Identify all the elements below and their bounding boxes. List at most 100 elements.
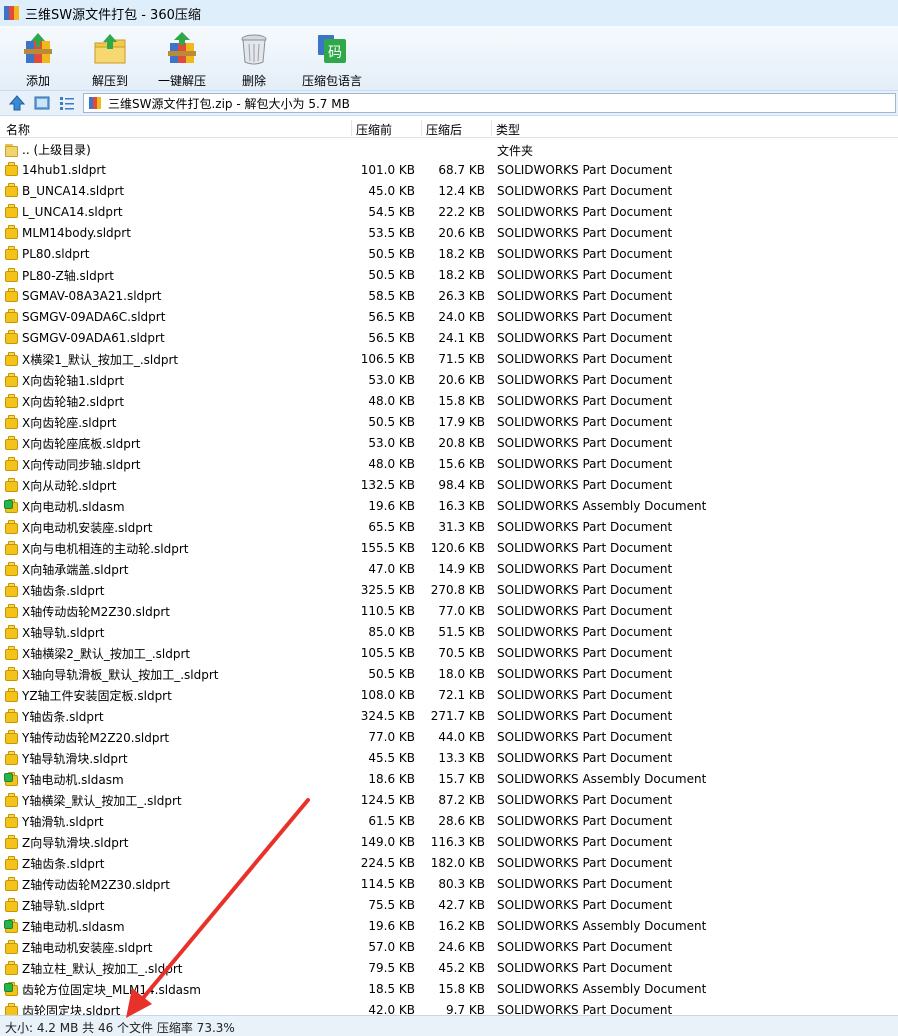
file-row[interactable]: PL80-Z轴.sldprt 50.5 KB 18.2 KB SOLIDWORKS P… — [0, 265, 898, 286]
file-row[interactable]: Z轴电动机.sldasm 19.6 KB 16.2 KB SOLIDWORKS Ass… — [0, 916, 898, 937]
file-size: 53.0 KB — [368, 436, 415, 450]
archive-language-icon: 码 — [314, 31, 350, 67]
file-row[interactable]: Y轴电动机.sldasm 18.6 KB 15.7 KB SOLIDWORKS Ass… — [0, 769, 898, 790]
file-row[interactable]: 14hub1.sldprt 101.0 KB 68.7 KB SOLIDWORKS P… — [0, 160, 898, 181]
file-name: SGMGV-09ADA6C.sldprt — [22, 310, 166, 324]
solidworks-part-icon — [4, 393, 20, 410]
file-row[interactable]: Y轴传动齿轮M2Z20.sldprt 77.0 KB 44.0 KB SOLIDWOR… — [0, 727, 898, 748]
file-row[interactable]: Y轴横梁_默认_按加工_.sldprt 124.5 KB 87.2 KB SOLIDW… — [0, 790, 898, 811]
file-size: 19.6 KB — [368, 499, 415, 513]
file-size: 324.5 KB — [360, 709, 415, 723]
parent-directory-row[interactable]: .. (上级目录) 文件夹 — [0, 139, 898, 160]
file-name: Y轴传动齿轮M2Z20.sldprt — [22, 731, 170, 745]
file-row[interactable]: Z轴导轨.sldprt 75.5 KB 42.7 KB SOLIDWORKS Part… — [0, 895, 898, 916]
solidworks-assembly-icon — [4, 771, 20, 788]
file-row[interactable]: X向从动轮.sldprt 132.5 KB 98.4 KB SOLIDWORKS Pa… — [0, 475, 898, 496]
solidworks-part-icon — [4, 162, 20, 178]
archive-language-label: 压缩包语言 — [301, 74, 362, 88]
file-row[interactable]: X轴横梁2_默认_按加工_.sldprt 105.5 KB 70.5 KB SOLID… — [0, 643, 898, 664]
file-row[interactable]: X向电动机安装座.sldprt 65.5 KB 31.3 KB SOLIDWORKS … — [0, 517, 898, 538]
file-compressed-size: 120.6 KB — [430, 541, 485, 555]
file-row[interactable]: PL80.sldprt 50.5 KB 18.2 KB SOLIDWORKS Part… — [0, 244, 898, 265]
list-view-button[interactable] — [58, 94, 76, 112]
path-field[interactable]: 三维SW源文件打包.zip - 解包大小为 5.7 MB — [83, 93, 896, 113]
file-row[interactable]: X向轴承端盖.sldprt 47.0 KB 14.9 KB SOLIDWORKS Pa… — [0, 559, 898, 580]
file-row[interactable]: X向齿轮轴1.sldprt 53.0 KB 20.6 KB SOLIDWORKS Pa… — [0, 370, 898, 391]
file-row[interactable]: Z轴传动齿轮M2Z30.sldprt 114.5 KB 80.3 KB SOLIDWO… — [0, 874, 898, 895]
file-compressed-size: 28.6 KB — [438, 814, 485, 828]
file-name: PL80.sldprt — [22, 247, 90, 261]
file-row[interactable]: MLM14body.sldprt 53.5 KB 20.6 KB SOLIDWORKS… — [0, 223, 898, 244]
file-row[interactable]: 齿轮方位固定块_MLM14.sldasm 18.5 KB 15.8 KB SOLIDW… — [0, 979, 898, 1000]
file-name: X向电动机安装座.sldprt — [22, 521, 153, 535]
file-row[interactable]: X向齿轮轴2.sldprt 48.0 KB 15.8 KB SOLIDWORKS Pa… — [0, 391, 898, 412]
file-row[interactable]: Z轴齿条.sldprt 224.5 KB 182.0 KB SOLIDWORKS Pa… — [0, 853, 898, 874]
file-row[interactable]: Z轴电动机安装座.sldprt 57.0 KB 24.6 KB SOLIDWORKS … — [0, 937, 898, 958]
file-compressed-size: 20.8 KB — [438, 436, 485, 450]
column-type[interactable]: 类型 — [496, 121, 520, 138]
one-click-extract-button[interactable]: 一键解压 — [148, 26, 216, 88]
solidworks-part-icon — [4, 519, 20, 536]
file-type: SOLIDWORKS Part Document — [497, 520, 673, 534]
solidworks-part-icon — [4, 666, 20, 683]
file-compressed-size: 18.2 KB — [438, 268, 485, 282]
file-compressed-size: 24.0 KB — [438, 310, 485, 324]
solidworks-assembly-icon — [4, 981, 20, 998]
file-row[interactable]: Z向导轨滑块.sldprt 149.0 KB 116.3 KB SOLIDWORKS … — [0, 832, 898, 853]
delete-button[interactable]: 删除 — [220, 26, 288, 88]
up-level-button[interactable] — [8, 94, 26, 112]
file-name: X轴横梁2_默认_按加工_.sldprt — [22, 647, 191, 661]
file-row[interactable]: SGMGV-09ADA61.sldprt 56.5 KB 24.1 KB SOLIDW… — [0, 328, 898, 349]
file-row[interactable]: X向齿轮座底板.sldprt 53.0 KB 20.8 KB SOLIDWORKS P… — [0, 433, 898, 454]
column-name[interactable]: 名称 — [6, 121, 30, 138]
file-size: 224.5 KB — [360, 856, 415, 870]
file-type: SOLIDWORKS Part Document — [497, 247, 673, 261]
file-type: SOLIDWORKS Part Document — [497, 583, 673, 597]
add-button[interactable]: 添加 — [4, 26, 72, 88]
file-compressed-size: 24.6 KB — [438, 940, 485, 954]
file-compressed-size: 87.2 KB — [438, 793, 485, 807]
file-size: 114.5 KB — [360, 877, 415, 891]
thumbnail-view-button[interactable] — [33, 94, 51, 112]
file-row[interactable]: X轴传动齿轮M2Z30.sldprt 110.5 KB 77.0 KB SOLIDWO… — [0, 601, 898, 622]
file-compressed-size: 15.8 KB — [438, 982, 485, 996]
file-row[interactable]: Y轴齿条.sldprt 324.5 KB 271.7 KB SOLIDWORKS Pa… — [0, 706, 898, 727]
file-row[interactable]: X轴导轨.sldprt 85.0 KB 51.5 KB SOLIDWORKS Part… — [0, 622, 898, 643]
file-row[interactable]: B_UNCA14.sldprt 45.0 KB 12.4 KB SOLIDWORKS … — [0, 181, 898, 202]
file-row[interactable]: X向传动同步轴.sldprt 48.0 KB 15.6 KB SOLIDWORKS P… — [0, 454, 898, 475]
file-row[interactable]: Y轴滑轨.sldprt 61.5 KB 28.6 KB SOLIDWORKS Part… — [0, 811, 898, 832]
file-compressed-size: 26.3 KB — [438, 289, 485, 303]
file-type: SOLIDWORKS Part Document — [497, 394, 673, 408]
status-bar: 大小: 4.2 MB 共 46 个文件 压缩率 73.3% — [0, 1015, 898, 1036]
file-type: SOLIDWORKS Part Document — [497, 373, 673, 387]
column-size[interactable]: 压缩前 — [356, 121, 392, 138]
file-row[interactable]: SGMAV-08A3A21.sldprt 58.5 KB 26.3 KB SOLIDW… — [0, 286, 898, 307]
file-compressed-size: 13.3 KB — [438, 751, 485, 765]
solidworks-part-icon — [4, 288, 20, 304]
file-type: SOLIDWORKS Part Document — [497, 688, 673, 702]
file-row[interactable]: Y轴导轨滑块.sldprt 45.5 KB 13.3 KB SOLIDWORKS Pa… — [0, 748, 898, 769]
file-row[interactable]: X轴齿条.sldprt 325.5 KB 270.8 KB SOLIDWORKS Pa… — [0, 580, 898, 601]
file-row[interactable]: X向齿轮座.sldprt 50.5 KB 17.9 KB SOLIDWORKS Par… — [0, 412, 898, 433]
file-name: X向齿轮轴1.sldprt — [22, 374, 125, 388]
file-size: 85.0 KB — [368, 625, 415, 639]
file-row[interactable]: X轴向导轨滑板_默认_按加工_.sldprt 50.5 KB 18.0 KB SOLI… — [0, 664, 898, 685]
column-compressed[interactable]: 压缩后 — [426, 121, 462, 138]
file-row[interactable]: L_UNCA14.sldprt 54.5 KB 22.2 KB SOLIDWORKS … — [0, 202, 898, 223]
file-row[interactable]: Z轴立柱_默认_按加工_.sldprt 79.5 KB 45.2 KB SOLIDWO… — [0, 958, 898, 979]
file-row[interactable]: YZ轴工件安装固定板.sldprt 108.0 KB 72.1 KB SOLIDWOR… — [0, 685, 898, 706]
file-type: SOLIDWORKS Part Document — [497, 478, 673, 492]
archive-language-button[interactable]: 码 压缩包语言 — [292, 26, 372, 88]
file-name: Y轴齿条.sldprt — [22, 710, 104, 724]
solidworks-part-icon — [4, 183, 20, 199]
extract-to-button[interactable]: 解压到 — [76, 26, 144, 88]
file-type: SOLIDWORKS Part Document — [497, 646, 673, 660]
file-row[interactable]: 齿轮固定块.sldprt 42.0 KB 9.7 KB SOLIDWORKS Part… — [0, 1000, 898, 1015]
file-type: SOLIDWORKS Part Document — [497, 961, 673, 975]
file-row[interactable]: X向与电机相连的主动轮.sldprt 155.5 KB 120.6 KB SOLIDW… — [0, 538, 898, 559]
file-row[interactable]: X横梁1_默认_按加工_.sldprt 106.5 KB 71.5 KB SOLIDW… — [0, 349, 898, 370]
file-name: X向与电机相连的主动轮.sldprt — [22, 542, 189, 556]
file-row[interactable]: X向电动机.sldasm 19.6 KB 16.3 KB SOLIDWORKS Ass… — [0, 496, 898, 517]
file-size: 108.0 KB — [360, 688, 415, 702]
file-row[interactable]: SGMGV-09ADA6C.sldprt 56.5 KB 24.0 KB SOLIDW… — [0, 307, 898, 328]
